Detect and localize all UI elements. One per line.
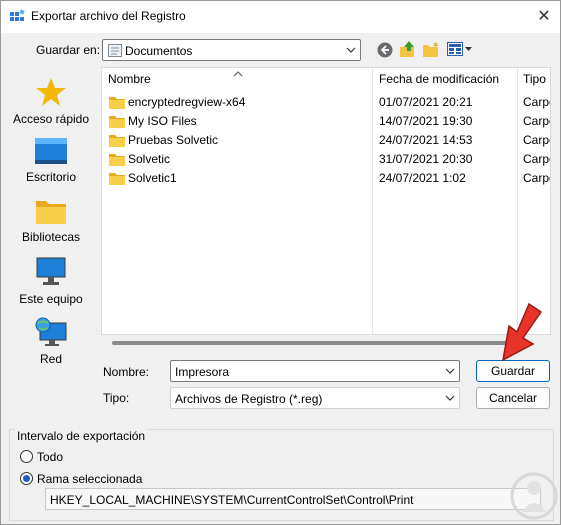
file-type: Carpe (523, 171, 550, 185)
selected-key-path-field[interactable]: HKEY_LOCAL_MACHINE\SYSTEM\CurrentControl… (45, 488, 541, 510)
place-libraries[interactable]: Bibliotecas (9, 197, 93, 244)
window-title: Exportar archivo del Registro (31, 9, 186, 23)
up-folder-icon[interactable] (399, 40, 417, 61)
cancel-button[interactable]: Cancelar (476, 387, 550, 409)
sort-ascending-icon (233, 68, 243, 80)
file-row[interactable]: encryptedregview-x64 01/07/2021 20:21 Ca… (102, 93, 550, 112)
back-icon[interactable] (377, 42, 393, 61)
place-desktop[interactable]: Escritorio (9, 137, 93, 184)
save-in-value: Documentos (125, 44, 193, 58)
column-header-date[interactable]: Fecha de modificación (379, 72, 499, 86)
folder-icon (109, 96, 125, 112)
chevron-down-icon (346, 44, 356, 58)
radio-all[interactable] (20, 450, 33, 463)
file-name: My ISO Files (128, 114, 197, 128)
file-name: Pruebas Solvetic (128, 133, 219, 147)
computer-icon (35, 257, 67, 290)
place-this-pc[interactable]: Este equipo (9, 257, 93, 306)
radio-selected-branch[interactable] (20, 472, 33, 485)
place-label: Escritorio (25, 170, 76, 184)
file-name-input[interactable]: Impresora (170, 360, 460, 382)
close-icon: ✕ (537, 8, 551, 25)
export-range-title: Intervalo de exportación (15, 429, 148, 443)
place-label: Este equipo (19, 292, 83, 306)
file-row[interactable]: Pruebas Solvetic 24/07/2021 14:53 Carpe (102, 131, 550, 150)
watermark-logo (510, 470, 558, 525)
file-name-value: Impresora (175, 365, 230, 379)
column-header-type[interactable]: Tipo (523, 72, 546, 86)
file-row[interactable]: My ISO Files 14/07/2021 19:30 Carpe (102, 112, 550, 131)
file-row[interactable]: Solvetic 31/07/2021 20:30 Carpe (102, 150, 550, 169)
file-date: 31/07/2021 20:30 (379, 152, 473, 166)
library-folder-icon (35, 201, 67, 228)
file-name: encryptedregview-x64 (128, 95, 246, 109)
regedit-app-icon (9, 9, 25, 28)
file-type: Carpe (523, 133, 550, 147)
column-header-name[interactable]: Nombre (108, 72, 151, 86)
file-type: Carpe (523, 152, 550, 166)
file-row[interactable]: Solvetic1 24/07/2021 1:02 Carpe (102, 169, 550, 188)
documents-icon (108, 44, 122, 60)
file-type-dropdown[interactable]: Archivos de Registro (*.reg) (170, 387, 460, 409)
folder-icon (109, 172, 125, 188)
scrollbar-thumb[interactable] (112, 341, 517, 345)
network-icon (34, 317, 68, 350)
place-network[interactable]: Red (9, 317, 93, 366)
place-label: Acceso rápido (12, 112, 90, 126)
new-folder-icon[interactable]: ✶ (422, 41, 440, 61)
place-label: Red (39, 352, 62, 366)
place-quick-access[interactable]: Acceso rápido (9, 77, 93, 126)
file-name: Solvetic1 (128, 171, 177, 185)
chevron-down-icon (445, 392, 455, 406)
file-date: 01/07/2021 20:21 (379, 95, 473, 109)
red-arrow-annotation (495, 302, 545, 365)
radio-selected-branch-label[interactable]: Rama seleccionada (37, 472, 142, 486)
type-label: Tipo: (103, 391, 130, 405)
file-type: Carpe (523, 95, 550, 109)
file-type-value: Archivos de Registro (*.reg) (175, 392, 323, 406)
view-menu-icon[interactable] (447, 42, 473, 59)
folder-icon (109, 153, 125, 169)
radio-all-label[interactable]: Todo (37, 450, 63, 464)
folder-icon (109, 134, 125, 150)
file-date: 24/07/2021 14:53 (379, 133, 473, 147)
file-type: Carpe (523, 114, 550, 128)
title-bar[interactable]: Exportar archivo del Registro ✕ (1, 1, 560, 33)
file-date: 24/07/2021 1:02 (379, 171, 466, 185)
close-button[interactable]: ✕ (530, 3, 558, 31)
file-name: Solvetic (128, 152, 171, 166)
file-list[interactable]: Nombre Fecha de modificación Tipo encryp… (101, 67, 551, 335)
star-icon (35, 78, 67, 110)
export-registry-dialog: Exportar archivo del Registro ✕ Guardar … (0, 0, 561, 525)
place-label: Bibliotecas (21, 230, 81, 244)
save-in-dropdown[interactable]: Documentos (102, 39, 361, 61)
name-label: Nombre: (103, 365, 150, 379)
svg-text:✶: ✶ (432, 41, 440, 51)
chevron-down-icon[interactable] (445, 365, 455, 379)
folder-icon (109, 115, 125, 131)
key-path-value: HKEY_LOCAL_MACHINE\SYSTEM\CurrentControl… (50, 493, 414, 507)
desktop-icon (34, 138, 68, 168)
places-bar: Acceso rápido Escritorio Bibliotecas Est… (9, 67, 93, 407)
file-date: 14/07/2021 19:30 (379, 114, 473, 128)
save-in-label: Guardar en: (36, 43, 101, 57)
